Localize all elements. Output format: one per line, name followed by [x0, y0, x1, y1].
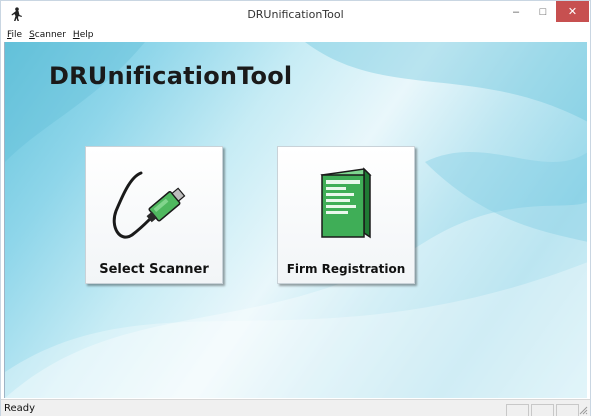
select-scanner-label: Select Scanner — [99, 262, 209, 277]
app-window: DRUnificationTool – □ ✕ File Scanner Hel… — [0, 0, 591, 416]
menu-file-label: ile — [11, 30, 23, 40]
menu-scanner-label: canner — [34, 30, 66, 40]
menu-help[interactable]: Help — [73, 30, 94, 40]
status-text: Ready — [4, 403, 36, 414]
firm-registration-button[interactable]: Firm Registration — [277, 146, 415, 284]
resize-grip-icon[interactable] — [578, 405, 588, 415]
main-panel: DRUnificationTool Select Scanner Firm Re… — [4, 42, 587, 398]
menu-scanner[interactable]: Scanner — [29, 30, 66, 40]
menu-bar: File Scanner Help — [1, 28, 590, 42]
close-button[interactable]: ✕ — [556, 1, 589, 22]
minimize-button[interactable]: – — [503, 1, 529, 22]
status-panel — [531, 404, 554, 416]
status-bar: Ready — [1, 399, 590, 416]
status-panel — [506, 404, 529, 416]
menu-help-label: elp — [79, 30, 94, 40]
menu-file[interactable]: File — [7, 30, 22, 40]
status-panel — [556, 404, 579, 416]
window-title: DRUnificationTool — [247, 8, 344, 21]
menu-help-mnemonic: H — [72, 30, 80, 40]
firmware-box-icon — [320, 167, 372, 239]
usb-cable-icon — [112, 171, 186, 239]
maximize-button[interactable]: □ — [530, 1, 556, 22]
app-heading: DRUnificationTool — [49, 62, 293, 90]
title-bar[interactable]: DRUnificationTool – □ ✕ — [1, 1, 590, 28]
firm-registration-label: Firm Registration — [286, 262, 406, 276]
select-scanner-button[interactable]: Select Scanner — [85, 146, 223, 284]
